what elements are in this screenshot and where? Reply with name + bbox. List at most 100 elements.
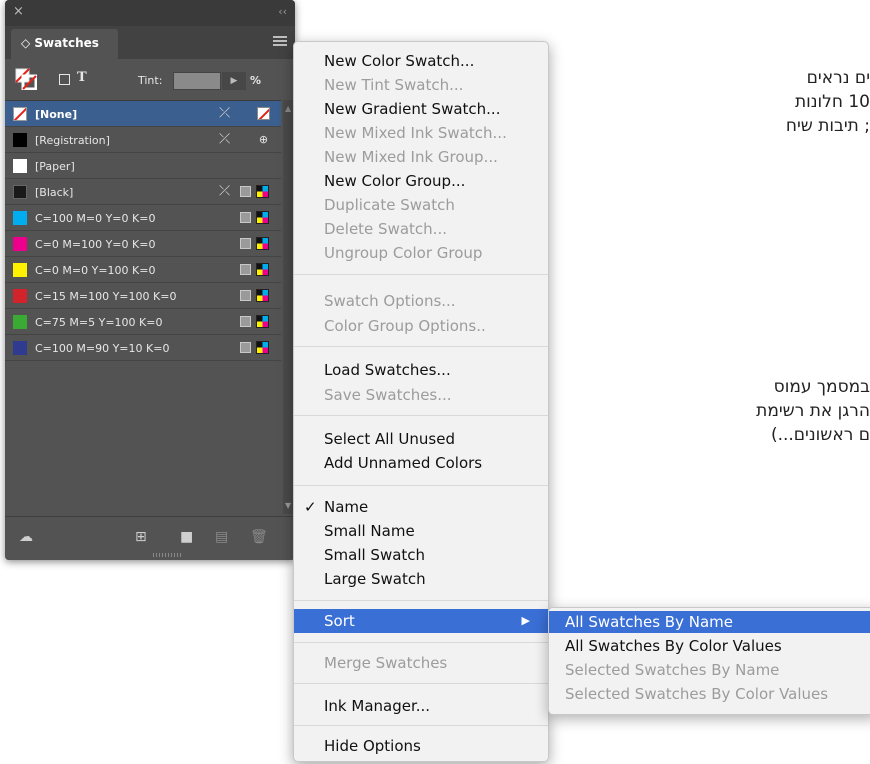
swatch-name: C=100 M=0 Y=0 K=0 (35, 212, 156, 225)
bg-text-line-4: במסמך עמוס (773, 377, 870, 397)
swatch-row-red[interactable]: C=15 M=100 Y=100 K=0 (5, 283, 281, 309)
menu-item-view-small-name[interactable]: Small Name (294, 519, 548, 543)
menu-separator (294, 346, 548, 347)
swatch-row-none[interactable]: [None] ⤫ (5, 101, 281, 127)
panel-menu-icon[interactable] (273, 36, 287, 48)
cc-libraries-icon[interactable]: ☁ (19, 529, 33, 545)
submenu-item-all-by-name[interactable]: All Swatches By Name (549, 611, 870, 633)
bg-text-line-3: ; תיבות שיח (785, 116, 870, 136)
cmyk-mode-icon (256, 341, 269, 354)
process-color-icon (240, 212, 251, 223)
swatch-chip (13, 107, 27, 121)
menu-item-new-mixed-ink-group[interactable]: New Mixed Ink Group... (294, 145, 548, 169)
menu-item-label: Name (324, 498, 369, 516)
menu-item-view-name[interactable]: ✓ Name (294, 495, 548, 519)
menu-item-new-gradient-swatch[interactable]: New Gradient Swatch... (294, 97, 548, 121)
tint-percent-label: % (250, 74, 262, 87)
menu-item-add-unnamed-colors[interactable]: Add Unnamed Colors (294, 451, 548, 475)
menu-item-new-tint-swatch[interactable]: New Tint Swatch... (294, 73, 548, 97)
swatch-chip (13, 315, 27, 329)
cmyk-mode-icon (256, 263, 269, 276)
formatting-text-icon[interactable]: T (77, 70, 87, 85)
menu-item-load-swatches[interactable]: Load Swatches... (294, 358, 548, 382)
swatch-row-cyan[interactable]: C=100 M=0 Y=0 K=0 (5, 205, 281, 231)
menu-separator (294, 415, 548, 416)
menu-item-sort[interactable]: Sort ▶ (294, 609, 548, 633)
swatch-chip (13, 185, 27, 199)
menu-item-new-color-group[interactable]: New Color Group... (294, 169, 548, 193)
menu-item-swatch-options[interactable]: Swatch Options... (294, 289, 548, 313)
menu-item-view-large-swatch[interactable]: Large Swatch (294, 567, 548, 591)
swatch-row-black[interactable]: [Black] ⤫ (5, 179, 281, 205)
resize-grip[interactable] (153, 553, 183, 557)
checkmark-icon: ✓ (304, 498, 317, 516)
scroll-up-icon[interactable]: ▲ (285, 104, 291, 113)
cmyk-mode-icon (256, 289, 269, 302)
swatch-row-paper[interactable]: [Paper] (5, 153, 281, 179)
registration-icon: ⊕ (258, 133, 269, 146)
menu-separator (294, 600, 548, 601)
collapse-icon[interactable]: ‹‹ (278, 6, 287, 18)
formatting-container-icon[interactable] (59, 74, 70, 85)
not-editable-icon: ⤫ (219, 183, 231, 199)
menu-item-hide-options[interactable]: Hide Options (294, 734, 548, 758)
process-color-icon (240, 290, 251, 301)
panel-bottom-bar: ☁ ⊞ ■ ▤ 🗑 (5, 516, 295, 560)
menu-item-view-small-swatch[interactable]: Small Swatch (294, 543, 548, 567)
submenu-item-selected-by-color-values[interactable]: Selected Swatches By Color Values (549, 683, 870, 705)
bg-text-line-5: הרגן את רשימת (756, 401, 870, 421)
swatch-name: C=15 M=100 Y=100 K=0 (35, 290, 177, 303)
swatch-row-blue[interactable]: C=100 M=90 Y=10 K=0 (5, 335, 281, 361)
menu-item-save-swatches[interactable]: Save Swatches... (294, 383, 548, 407)
swatch-row-magenta[interactable]: C=0 M=100 Y=0 K=0 (5, 231, 281, 257)
menu-item-ungroup-color-group[interactable]: Ungroup Color Group (294, 241, 548, 265)
menu-item-merge-swatches[interactable]: Merge Swatches (294, 651, 548, 675)
not-editable-icon: ⤫ (219, 105, 231, 121)
swatch-row-green[interactable]: C=75 M=5 Y=100 K=0 (5, 309, 281, 335)
bg-text-line-2: 10 חלונות (794, 92, 870, 112)
menu-item-color-group-options[interactable]: Color Group Options.. (294, 314, 548, 338)
menu-item-select-all-unused[interactable]: Select All Unused (294, 427, 548, 451)
swatch-row-yellow[interactable]: C=0 M=0 Y=100 K=0 (5, 257, 281, 283)
swatch-name: C=0 M=0 Y=100 K=0 (35, 264, 156, 277)
swatch-name: C=0 M=100 Y=0 K=0 (35, 238, 156, 251)
swatches-panel: × ‹‹ ◇ Swatches T Tint: ▶ % [None] ⤫ [Re… (5, 0, 295, 560)
menu-item-new-mixed-ink-swatch[interactable]: New Mixed Ink Swatch... (294, 121, 548, 145)
new-swatch-icon[interactable]: ▤ (215, 529, 228, 545)
menu-item-duplicate-swatch[interactable]: Duplicate Swatch (294, 193, 548, 217)
menu-item-label: Sort (324, 612, 355, 630)
menu-separator (294, 725, 548, 726)
swatch-name: C=100 M=90 Y=10 K=0 (35, 342, 170, 355)
swatches-flyout-menu: New Color Swatch... New Tint Swatch... N… (293, 41, 549, 762)
process-color-icon (240, 342, 251, 353)
submenu-item-selected-by-name[interactable]: Selected Swatches By Name (549, 659, 870, 681)
process-color-icon (240, 264, 251, 275)
menu-item-ink-manager[interactable]: Ink Manager... (294, 694, 548, 718)
tab-swatches[interactable]: ◇ Swatches (11, 29, 118, 59)
swatch-chip (13, 159, 27, 173)
new-color-group-icon[interactable]: ■ (180, 529, 193, 545)
tint-input[interactable] (173, 72, 221, 90)
menu-item-new-color-swatch[interactable]: New Color Swatch... (294, 49, 548, 73)
swatch-chip (13, 341, 27, 355)
swatch-row-registration[interactable]: [Registration] ⤫ ⊕ (5, 127, 281, 153)
none-swatch-icon (257, 107, 270, 120)
swatch-chip (13, 289, 27, 303)
close-icon[interactable]: × (13, 5, 24, 19)
panel-title-bar: × ‹‹ (5, 0, 295, 26)
swatch-name: [None] (35, 108, 78, 121)
swatch-name: C=75 M=5 Y=100 K=0 (35, 316, 163, 329)
cmyk-mode-icon (256, 237, 269, 250)
bg-text-line-6: ם ראשונים...) (770, 425, 870, 445)
delete-swatch-icon[interactable]: 🗑 (250, 529, 268, 545)
fill-stroke-icon[interactable] (15, 68, 37, 90)
submenu-item-all-by-color-values[interactable]: All Swatches By Color Values (549, 635, 870, 657)
scroll-down-icon[interactable]: ▼ (285, 501, 291, 510)
swatch-chip (13, 211, 27, 225)
swatch-name: [Black] (35, 186, 74, 199)
show-swatch-kinds-icon[interactable]: ⊞ (135, 529, 147, 545)
cmyk-mode-icon (256, 211, 269, 224)
tint-slider-arrow[interactable]: ▶ (222, 72, 246, 90)
menu-item-delete-swatch[interactable]: Delete Swatch... (294, 217, 548, 241)
menu-separator (294, 683, 548, 684)
